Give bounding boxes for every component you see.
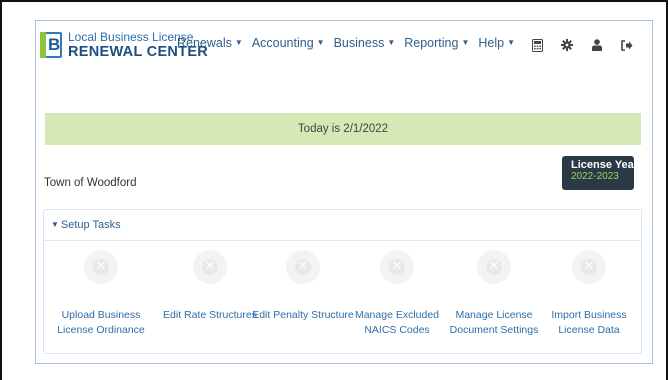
caret-down-icon: ▼ [234, 38, 243, 47]
caret-down-icon: ▼ [387, 38, 396, 47]
menu-help[interactable]: Help ▼ [478, 36, 515, 50]
top-navbar: B Local Business License RENEWAL CENTER … [36, 21, 652, 69]
toolbar-icons [522, 35, 642, 55]
setup-tasks-panel: ▼ Setup Tasks ✕ Upload Business License O… [43, 209, 642, 354]
caret-down-icon: ▼ [507, 38, 516, 47]
incomplete-x-icon: ✕ [572, 250, 606, 284]
menu-reporting-label: Reporting [404, 36, 459, 50]
menu-business[interactable]: Business ▼ [334, 36, 396, 50]
user-icon[interactable] [582, 35, 612, 55]
incomplete-x-icon: ✕ [380, 250, 414, 284]
menu-renewals[interactable]: Renewals ▼ [177, 36, 243, 50]
caret-down-icon: ▼ [461, 38, 470, 47]
logo-letter: B [48, 35, 61, 54]
setup-task-list: ✕ Upload Business License Ordinance ✕ Ed… [44, 250, 643, 350]
menu-help-label: Help [478, 36, 505, 50]
town-name: Town of Woodford [44, 177, 137, 189]
app-logo[interactable]: B Local Business License RENEWAL CENTER [40, 26, 208, 64]
task-label: Upload Business License Ordinance [57, 309, 145, 336]
task-manage-excluded-naics[interactable]: ✕ Manage Excluded NAICS Codes [342, 250, 452, 338]
sign-out-icon[interactable] [612, 35, 642, 55]
menu-accounting-label: Accounting [251, 36, 314, 50]
menu-reporting[interactable]: Reporting ▼ [404, 36, 469, 50]
setup-tasks-heading: Setup Tasks [60, 219, 121, 231]
logo-mark: B [40, 32, 62, 58]
task-label: Import Business License Data [551, 309, 627, 336]
caret-down-icon: ▼ [316, 38, 325, 47]
today-banner: Today is 2/1/2022 [45, 113, 641, 145]
app-container: B Local Business License RENEWAL CENTER … [35, 20, 653, 364]
menu-renewals-label: Renewals [177, 36, 232, 50]
license-year-title: License Year [571, 159, 639, 171]
caret-down-icon: ▼ [51, 220, 59, 229]
gear-icon[interactable] [552, 35, 582, 55]
task-import-license-data[interactable]: ✕ Import Business License Data [534, 250, 644, 338]
menu-accounting[interactable]: Accounting ▼ [252, 36, 325, 50]
license-year-badge[interactable]: License Year 2022-2023 [562, 156, 639, 190]
incomplete-x-icon: ✕ [84, 250, 118, 284]
license-year-value: 2022-2023 [571, 171, 619, 182]
incomplete-x-icon: ✕ [286, 250, 320, 284]
logo-subtitle: Local Business License [68, 30, 194, 44]
task-manage-document-settings[interactable]: ✕ Manage License Document Settings [439, 250, 549, 338]
incomplete-x-icon: ✕ [193, 250, 227, 284]
window-frame: B Local Business License RENEWAL CENTER … [0, 0, 668, 380]
incomplete-x-icon: ✕ [477, 250, 511, 284]
task-upload-ordinance[interactable]: ✕ Upload Business License Ordinance [46, 250, 156, 338]
main-menu: Renewals ▼ Accounting ▼ Business ▼ Reportin… [177, 36, 515, 50]
menu-business-label: Business [333, 36, 385, 50]
setup-tasks-header[interactable]: ▼ Setup Tasks [44, 210, 641, 241]
task-label: Manage License Document Settings [449, 309, 539, 336]
calculator-icon[interactable] [522, 35, 552, 55]
task-label: Manage Excluded NAICS Codes [354, 309, 440, 336]
